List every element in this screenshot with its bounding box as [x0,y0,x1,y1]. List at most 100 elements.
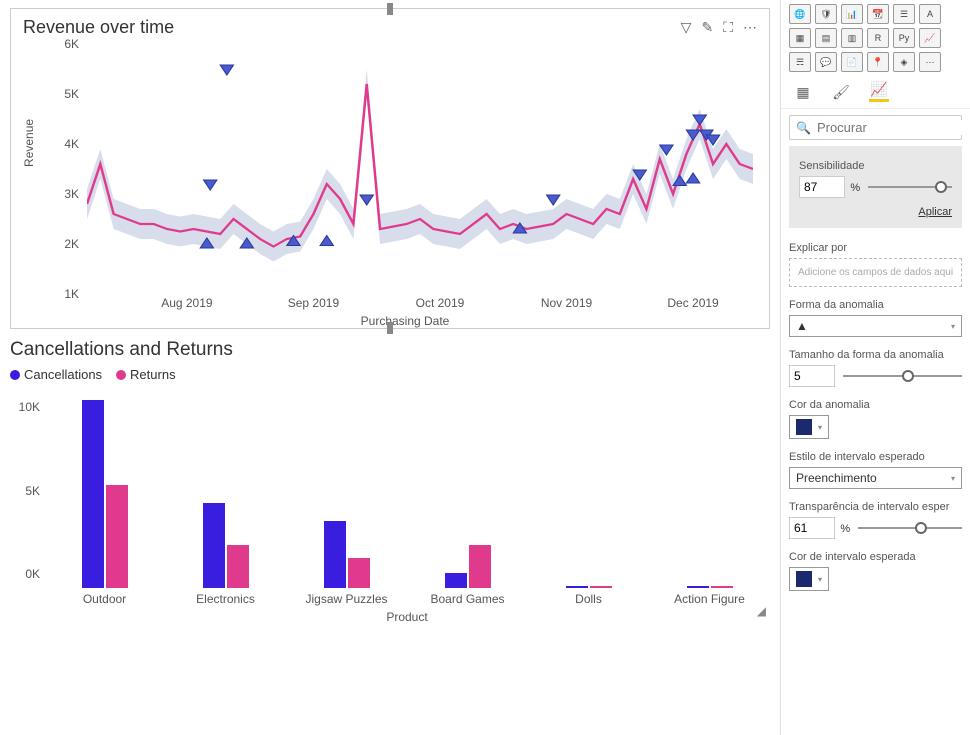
bar-group [44,388,165,588]
x-axis-labels-2: OutdoorElectronicsJigsaw PuzzlesBoard Ga… [44,592,770,606]
viz-type-icon[interactable]: ⋯ [919,52,941,72]
sensitivity-label: Sensibilidade [799,160,952,172]
bar[interactable] [687,586,709,588]
viz-type-icon[interactable]: 💬 [815,52,837,72]
bar-group [528,388,649,588]
y-tick-label: 5K [64,87,79,101]
viz-type-icon[interactable]: 📆 [867,4,889,24]
chart2-legend: Cancellations Returns [10,367,770,382]
bar[interactable] [711,586,733,588]
chart-cancellations-returns[interactable]: Cancellations and Returns CancellationsR… [10,339,770,618]
sensitivity-input[interactable] [799,176,845,198]
bar[interactable] [324,521,346,588]
apply-button[interactable]: Aplicar [799,206,952,218]
chevron-down-icon: ▾ [818,575,822,584]
viz-type-icon[interactable]: ▥ [841,28,863,48]
anomaly-size-input[interactable] [789,365,835,387]
anomaly-shape-select[interactable]: ▲ ▾ [789,315,962,337]
interval-color-select[interactable]: ▾ [789,567,829,591]
bar[interactable] [203,503,225,588]
legend-item[interactable]: Cancellations [10,367,102,382]
y-tick-label: 6K [64,37,79,51]
interval-transparency-slider[interactable] [858,518,962,538]
viz-type-icon[interactable]: 📍 [867,52,889,72]
viz-type-icon[interactable]: 🛡 [815,4,837,24]
fields-tab-icon[interactable]: ▦ [793,82,813,102]
viz-type-icon[interactable]: 📄 [841,52,863,72]
interval-style-select[interactable]: Preenchimento ▾ [789,467,962,489]
search-input[interactable] [817,120,970,135]
viz-type-icon[interactable]: 📈 [919,28,941,48]
bar-group [165,388,286,588]
linechart-area: Revenue 1K2K3K4K5K6K Aug 2019Sep 2019Oct… [53,44,757,324]
viz-type-icon[interactable]: 📊 [841,4,863,24]
chevron-down-icon: ▾ [951,474,955,483]
viz-type-icon[interactable]: R [867,28,889,48]
x-category-label: Jigsaw Puzzles [286,592,407,606]
x-axis-label: Purchasing Date [361,314,450,328]
filter-icon[interactable]: ▽ [681,19,692,36]
legend-label: Cancellations [24,367,102,382]
analytics-tab-icon[interactable]: 📈 [869,82,889,102]
viz-type-icon[interactable]: A [919,4,941,24]
chart1-title: Revenue over time [23,17,174,38]
interval-color-swatch [796,571,812,587]
sensitivity-slider[interactable] [868,177,952,197]
bar[interactable] [566,586,588,588]
bar[interactable] [469,545,491,588]
bar[interactable] [348,558,370,588]
chart-revenue-over-time[interactable]: Revenue over time ▽ ✎ ⛶ ⋯ Revenue 1K2K3K… [10,8,770,329]
sort-icon[interactable]: ✎ [701,19,713,36]
viz-type-icon[interactable]: ◈ [893,52,915,72]
viz-type-icon[interactable]: ☴ [789,52,811,72]
anomaly-color-label: Cor da anomalia [789,399,962,411]
y-axis-ticks-2: 0K5K10K [14,388,44,588]
focus-mode-icon[interactable]: ⛶ [723,19,733,36]
viz-type-icon[interactable]: ▦ [789,28,811,48]
y-tick-label: 2K [64,237,79,251]
chevron-down-icon: ▾ [818,423,822,432]
y-tick-label: 0K [25,567,40,581]
pane-tabs: ▦ 🖌 📈 [781,76,970,109]
explain-by-dropzone[interactable]: Adicione os campos de dados aqui [789,258,962,287]
interval-transparency-input[interactable] [789,517,835,539]
legend-item[interactable]: Returns [116,367,176,382]
visualizations-pane: 🌐🛡📊📆☰A▦▤▥RPy📈☴💬📄📍◈⋯ ▦ 🖌 📈 🔍 Sensibilidad… [780,0,970,735]
anomaly-color-select[interactable]: ▾ [789,415,829,439]
anomaly-size-label: Tamanho da forma da anomalia [789,349,962,361]
legend-dot [116,370,126,380]
y-axis-label: Revenue [22,119,36,167]
bar[interactable] [445,573,467,588]
anomaly-shape-label: Forma da anomalia [789,299,962,311]
bar[interactable] [106,485,128,588]
bar[interactable] [227,545,249,588]
x-category-label: Dolls [528,592,649,606]
anomaly-size-slider[interactable] [843,366,962,386]
chevron-down-icon: ▾ [951,322,955,331]
x-axis-ticks: Aug 2019Sep 2019Oct 2019Nov 2019Dec 2019 [87,296,753,312]
explain-by-label: Explicar por [789,242,962,254]
viz-type-icon[interactable]: ▤ [815,28,837,48]
x-category-label: Electronics [165,592,286,606]
search-box[interactable]: 🔍 [789,115,962,140]
interval-transparency-label: Transparência de intervalo esper [789,501,962,513]
viz-type-icon[interactable]: 🌐 [789,4,811,24]
x-tick-label: Dec 2019 [667,296,718,310]
interval-color-label: Cor de intervalo esperada [789,551,962,563]
bar[interactable] [82,400,104,588]
percent-unit: % [840,523,850,535]
format-tab-icon[interactable]: 🖌 [831,82,851,102]
viz-type-icon[interactable]: ☰ [893,4,915,24]
more-options-icon[interactable]: ⋯ [743,19,757,36]
x-axis-label-2: Product [386,610,427,624]
viz-type-icon[interactable]: Py [893,28,915,48]
anomaly-color-swatch [796,419,812,435]
resize-handle-icon[interactable]: ◢ [757,604,766,618]
report-canvas: Revenue over time ▽ ✎ ⛶ ⋯ Revenue 1K2K3K… [0,0,780,735]
y-tick-label: 10K [19,400,40,414]
bar[interactable] [590,586,612,588]
x-category-label: Action Figure [649,592,770,606]
x-tick-label: Aug 2019 [161,296,212,310]
bar-group [286,388,407,588]
x-tick-label: Oct 2019 [416,296,465,310]
